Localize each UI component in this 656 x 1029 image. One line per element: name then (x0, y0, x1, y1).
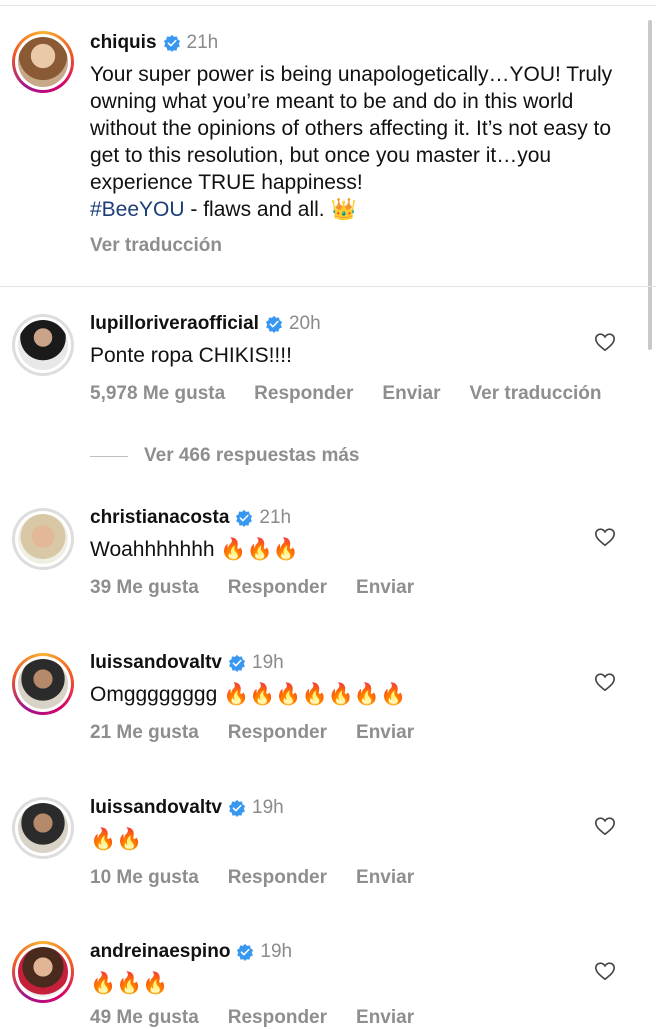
timestamp: 21h (186, 32, 219, 53)
verified-badge-icon (237, 943, 254, 961)
caption-main: Your super power is being unapologetical… (90, 63, 613, 194)
timestamp: 19h (260, 941, 293, 962)
heart-outline-icon[interactable] (594, 526, 616, 548)
comment-text: 🔥🔥 (90, 828, 143, 851)
comment-text: Omgggggggg 🔥🔥🔥🔥🔥🔥🔥 (90, 683, 407, 706)
avatar-luissandovaltv[interactable] (12, 653, 74, 715)
heart-outline-icon[interactable] (594, 671, 616, 693)
avatar-christianacosta[interactable] (12, 508, 74, 570)
scrollbar[interactable] (648, 20, 652, 350)
verified-badge-icon (236, 509, 253, 527)
comment-item: luissandovaltv 19h Omgggggggg 🔥🔥🔥🔥🔥🔥🔥 21… (90, 651, 640, 744)
heart-outline-icon[interactable] (594, 815, 616, 837)
comment-item: andreinaespino 19h 🔥🔥🔥 49 Me gusta Respo… (90, 940, 640, 1029)
reply-thread-line (90, 455, 128, 457)
view-more-replies-button[interactable]: Ver 466 respuestas más (90, 445, 360, 467)
comment-text: Ponte ropa CHIKIS!!!! (90, 344, 292, 367)
timestamp: 19h (252, 797, 284, 818)
username[interactable]: lupilloriveraofficial (90, 312, 259, 336)
send-button[interactable]: Enviar (356, 1007, 414, 1029)
like-count[interactable]: 10 Me gusta (90, 867, 199, 889)
caption-text: Your super power is being unapologetical… (90, 61, 640, 223)
caption-divider (0, 286, 656, 287)
username[interactable]: luissandovaltv (90, 796, 222, 820)
verified-badge-icon (228, 799, 246, 817)
comment-text: 🔥🔥🔥 (90, 972, 169, 995)
verified-badge-icon (228, 654, 246, 672)
heart-outline-icon[interactable] (594, 960, 616, 982)
verified-badge-icon (265, 315, 283, 333)
send-button[interactable]: Enviar (356, 722, 414, 744)
caption-end: - flaws and all. 👑 (184, 198, 357, 221)
timestamp: 20h (288, 313, 321, 334)
avatar-lupilloriveraofficial[interactable] (12, 314, 74, 376)
top-divider (0, 5, 656, 6)
avatar-chiquis[interactable] (12, 31, 74, 93)
username[interactable]: luissandovaltv (90, 651, 222, 675)
verified-badge-icon (163, 34, 180, 52)
like-count[interactable]: 5,978 Me gusta (90, 383, 225, 405)
timestamp: 21h (259, 507, 292, 528)
post-caption: chiquis 21h Your super power is being un… (90, 31, 640, 257)
like-count[interactable]: 39 Me gusta (90, 577, 199, 599)
send-button[interactable]: Enviar (356, 577, 414, 599)
like-count[interactable]: 49 Me gusta (90, 1007, 199, 1029)
comment-item: christianacosta 21h Woahhhhhhh 🔥🔥🔥 39 Me… (90, 506, 640, 599)
avatar-luissandovaltv[interactable] (12, 797, 74, 859)
send-button[interactable]: Enviar (382, 383, 440, 405)
timestamp: 19h (252, 652, 284, 673)
reply-button[interactable]: Responder (228, 867, 327, 889)
see-translation-button[interactable]: Ver traducción (470, 383, 602, 405)
username[interactable]: andreinaespino (90, 940, 230, 964)
hashtag-link[interactable]: #BeeYOU (90, 198, 185, 221)
reply-button[interactable]: Responder (228, 577, 327, 599)
comment-text: Woahhhhhhh 🔥🔥🔥 (90, 538, 299, 561)
reply-button[interactable]: Responder (254, 383, 353, 405)
comment-item: lupilloriveraofficial 20h Ponte ropa CHI… (90, 312, 640, 405)
reply-button[interactable]: Responder (228, 1007, 327, 1029)
comment-item: luissandovaltv 19h 🔥🔥 10 Me gusta Respon… (90, 796, 640, 889)
heart-outline-icon[interactable] (594, 331, 616, 353)
more-replies-label: Ver 466 respuestas más (144, 445, 360, 466)
username[interactable]: chiquis (90, 31, 157, 55)
avatar-andreinaespino[interactable] (12, 941, 74, 1003)
username[interactable]: christianacosta (90, 506, 229, 530)
reply-button[interactable]: Responder (228, 722, 327, 744)
see-translation-button[interactable]: Ver traducción (90, 235, 640, 257)
like-count[interactable]: 21 Me gusta (90, 722, 199, 744)
send-button[interactable]: Enviar (356, 867, 414, 889)
